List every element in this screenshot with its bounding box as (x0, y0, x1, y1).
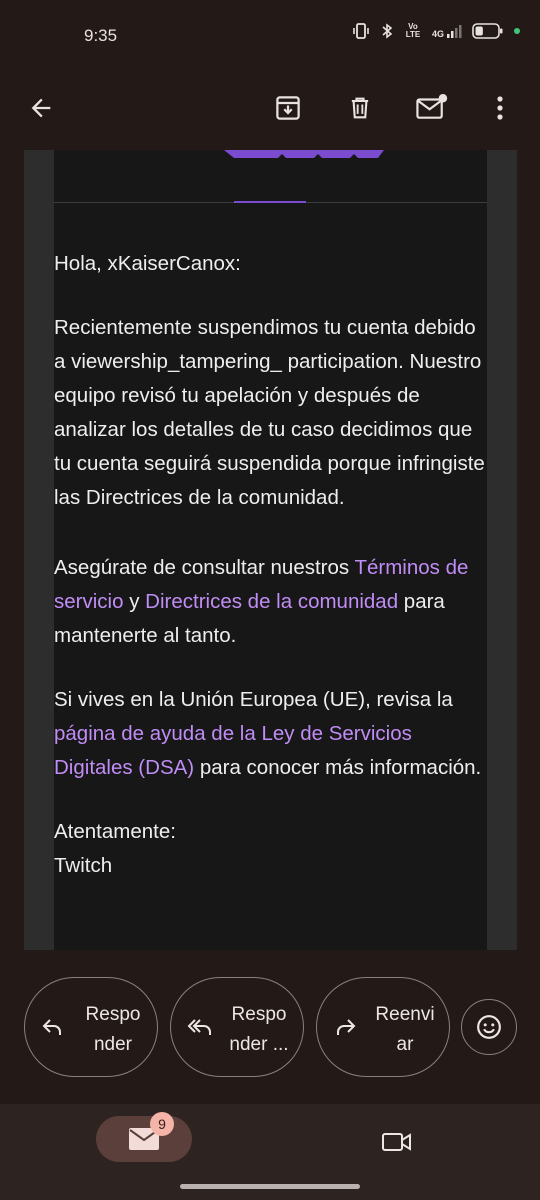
signal-icon: 4G (432, 23, 462, 39)
text-segment: Asegúrate de consultar nuestros (54, 556, 355, 579)
paragraph-terms: Asegúrate de consultar nuestros Términos… (54, 551, 487, 653)
reply-actions: Respo nder Respo nder ... Reenvi ar (0, 975, 540, 1085)
network-type: 4G (431, 29, 444, 39)
reply-label: Respo nder (85, 1004, 141, 1055)
header-accent-line (234, 201, 306, 203)
status-icons: Vo LTE 4G (352, 22, 520, 40)
bottom-navigation: 9 (0, 1104, 540, 1200)
video-camera-icon (382, 1133, 411, 1151)
archive-icon (276, 96, 300, 120)
more-vert-icon (497, 96, 503, 120)
email-text: Hola, xKaiserCanox: Recientemente suspen… (54, 247, 487, 883)
vibrate-icon (352, 22, 370, 40)
mark-unread-button[interactable] (408, 84, 456, 132)
closing: Atentamente: (54, 820, 176, 843)
back-arrow-icon (31, 98, 51, 118)
mark-unread-icon (416, 94, 448, 119)
reply-all-icon (187, 1019, 211, 1035)
community-guidelines-link[interactable]: Directrices de la comunidad (145, 590, 398, 613)
text-segment: y (123, 590, 146, 613)
status-time: 9:35 (84, 26, 118, 45)
reply-all-label: Respo nder ... (229, 1004, 289, 1055)
forward-button[interactable]: Reenvi ar (316, 977, 450, 1077)
forward-label: Reenvi ar (375, 1004, 435, 1055)
archive-button[interactable] (264, 84, 312, 132)
emoji-reaction-button[interactable] (461, 999, 517, 1055)
battery-icon (472, 22, 504, 40)
nav-mail[interactable] (96, 1116, 192, 1162)
volte-indicator: Vo LTE (405, 22, 421, 39)
signature: Twitch (54, 854, 113, 877)
bluetooth-icon (380, 22, 394, 40)
forward-icon (337, 1019, 356, 1035)
text-segment: para conocer más información. (194, 756, 482, 779)
delete-button[interactable] (336, 84, 384, 132)
email-viewer[interactable]: Hola, xKaiserCanox: Recientemente suspen… (24, 150, 517, 950)
notification-dot (514, 28, 520, 34)
email-body: Hola, xKaiserCanox: Recientemente suspen… (54, 150, 487, 950)
reply-all-button[interactable]: Respo nder ... (170, 977, 304, 1077)
reply-button[interactable]: Respo nder (24, 977, 158, 1077)
delete-icon (351, 97, 369, 119)
greeting: Hola, xKaiserCanox: (54, 252, 241, 275)
back-button[interactable] (17, 84, 65, 132)
nav-meet[interactable] (374, 1124, 420, 1160)
emoji-icon (477, 1015, 501, 1039)
text-segment: Si vives en la Unión Europea (UE), revis… (54, 688, 453, 711)
paragraph-dsa: Si vives en la Unión Europea (UE), revis… (54, 683, 487, 785)
more-options-button[interactable] (476, 84, 524, 132)
paragraph-suspension: Recientemente suspendimos tu cuenta debi… (54, 316, 485, 509)
twitch-logo-fragment (224, 150, 384, 158)
reply-icon (42, 1019, 61, 1035)
top-app-bar (0, 72, 540, 150)
status-bar: 9:35 Vo LTE 4G (0, 0, 540, 72)
home-indicator[interactable] (180, 1184, 360, 1189)
unread-badge: 9 (150, 1112, 174, 1136)
